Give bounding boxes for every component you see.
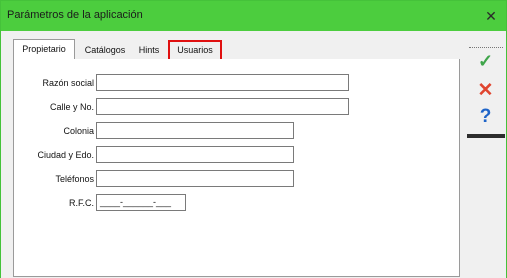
cross-icon[interactable]: ✕ [465,79,506,102]
tab-strip: Propietario Catálogos Hints Usuarios [13,39,395,61]
colonia-input[interactable] [96,122,294,139]
calle-input[interactable] [96,98,349,115]
rfc-input[interactable]: ____-______-___ [96,194,186,211]
razon-social-input[interactable] [96,74,349,91]
dialog-content: Propietario Catálogos Hints Usuarios Raz… [1,31,506,278]
ciudad-label: Ciudad y Edo. [37,150,94,160]
tab-hints[interactable]: Hints [133,42,165,59]
toolbar-grip [469,47,503,48]
check-icon[interactable]: ✓ [465,51,506,72]
help-icon[interactable]: ? [465,106,506,128]
calle-label: Calle y No. [49,102,94,112]
tab-propietario[interactable]: Propietario [13,39,75,59]
telefonos-label: Teléfonos [55,174,94,184]
rfc-label: R.F.C. [68,198,94,208]
window-title: Parámetros de la aplicación [7,9,143,21]
propietario-panel: Razón social Calle y No. Colonia Ciudad … [13,59,460,277]
telefonos-input[interactable] [96,170,294,187]
razon-social-label: Razón social [42,78,94,88]
close-button[interactable]: ✕ [476,1,506,31]
sidebar-divider [467,134,505,138]
tab-catalogos[interactable]: Catálogos [79,42,131,59]
colonia-label: Colonia [63,126,94,136]
app-window: Parámetros de la aplicación ✕ Propietari… [0,0,507,278]
title-bar[interactable]: Parámetros de la aplicación ✕ [1,1,506,31]
ciudad-input[interactable] [96,146,294,163]
action-sidebar: ✓ ✕ ? [465,31,506,278]
tab-usuarios[interactable]: Usuarios [168,40,222,61]
